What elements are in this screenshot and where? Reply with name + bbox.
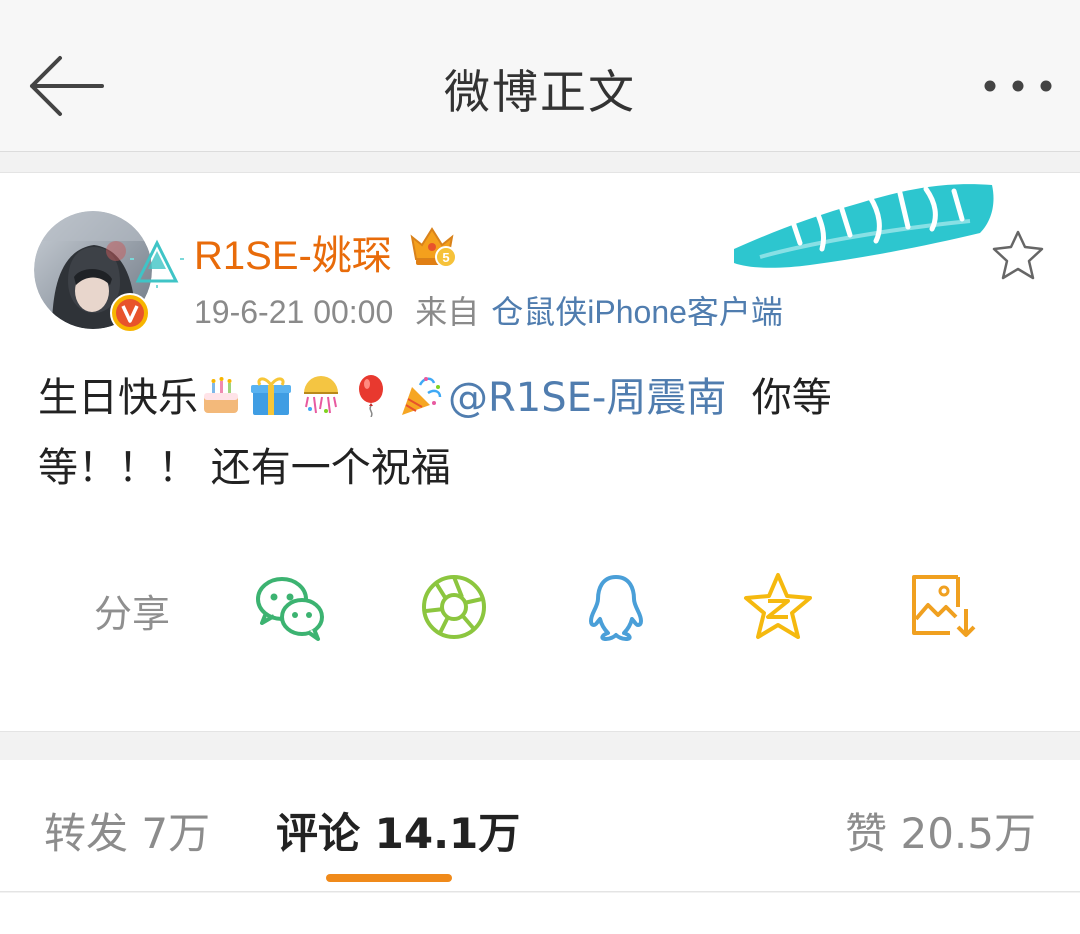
tab-like[interactable]: 赞 20.5万 <box>845 800 1036 861</box>
qq-icon[interactable] <box>578 569 654 645</box>
post-meta: 19-6-21 00:00 来自 仓鼠侠iPhone客户端 <box>194 287 783 333</box>
from-label: 来自 <box>415 294 480 330</box>
avatar-container[interactable] <box>34 211 184 333</box>
post-text-start: 生日快乐 <box>38 375 198 421</box>
post-text-line2: 等！！！ 还有一个祝福 <box>38 445 451 491</box>
page-title: 微博正文 <box>444 65 636 119</box>
party-popper-emoji <box>402 377 442 415</box>
mention-link[interactable]: @R1SE-周震南 <box>448 375 726 421</box>
interaction-tabs: 转发 7万 评论 14.1万 赞 20.5万 <box>0 760 1080 892</box>
confetti-ball-emoji <box>304 376 338 414</box>
comments-area <box>0 893 1080 934</box>
more-button[interactable] <box>980 64 1056 108</box>
birthday-cake-emoji <box>204 377 238 413</box>
top-navbar: 微博正文 <box>0 0 1080 152</box>
client-link[interactable]: 仓鼠侠iPhone客户端 <box>491 294 783 330</box>
avatar-pendant-icon <box>130 239 184 288</box>
post-content: 生日快乐 @R1SE-周震南 你等 等！！！ 还有一个祝福 <box>38 363 918 503</box>
brush-stroke-banner-graphic <box>734 184 994 268</box>
post-timestamp: 19-6-21 00:00 <box>194 294 394 330</box>
tab-repost[interactable]: 转发 7万 <box>44 800 210 861</box>
post-card: R1SE-姚琛 5 19-6-21 00:00 来自 仓鼠侠iPhone客户端 生日… <box>0 172 1080 732</box>
more-dots-icon <box>984 80 1052 92</box>
wechat-icon[interactable] <box>252 569 328 645</box>
favorite-star-icon[interactable] <box>990 229 1046 281</box>
gift-emoji <box>251 377 291 415</box>
post-text-middle: 你等 <box>726 375 832 421</box>
moments-icon[interactable] <box>416 569 492 645</box>
balloon-emoji <box>359 375 383 417</box>
save-image-icon[interactable] <box>904 569 980 645</box>
share-label: 分享 <box>94 592 171 636</box>
svg-text:5: 5 <box>442 250 449 265</box>
verified-v-badge-icon <box>110 293 150 333</box>
active-tab-indicator <box>326 874 452 882</box>
tab-comment[interactable]: 评论 14.1万 <box>276 800 520 861</box>
qzone-icon[interactable] <box>740 569 816 645</box>
username[interactable]: R1SE-姚琛 <box>194 223 392 281</box>
vip-crown-icon[interactable]: 5 <box>408 223 458 269</box>
